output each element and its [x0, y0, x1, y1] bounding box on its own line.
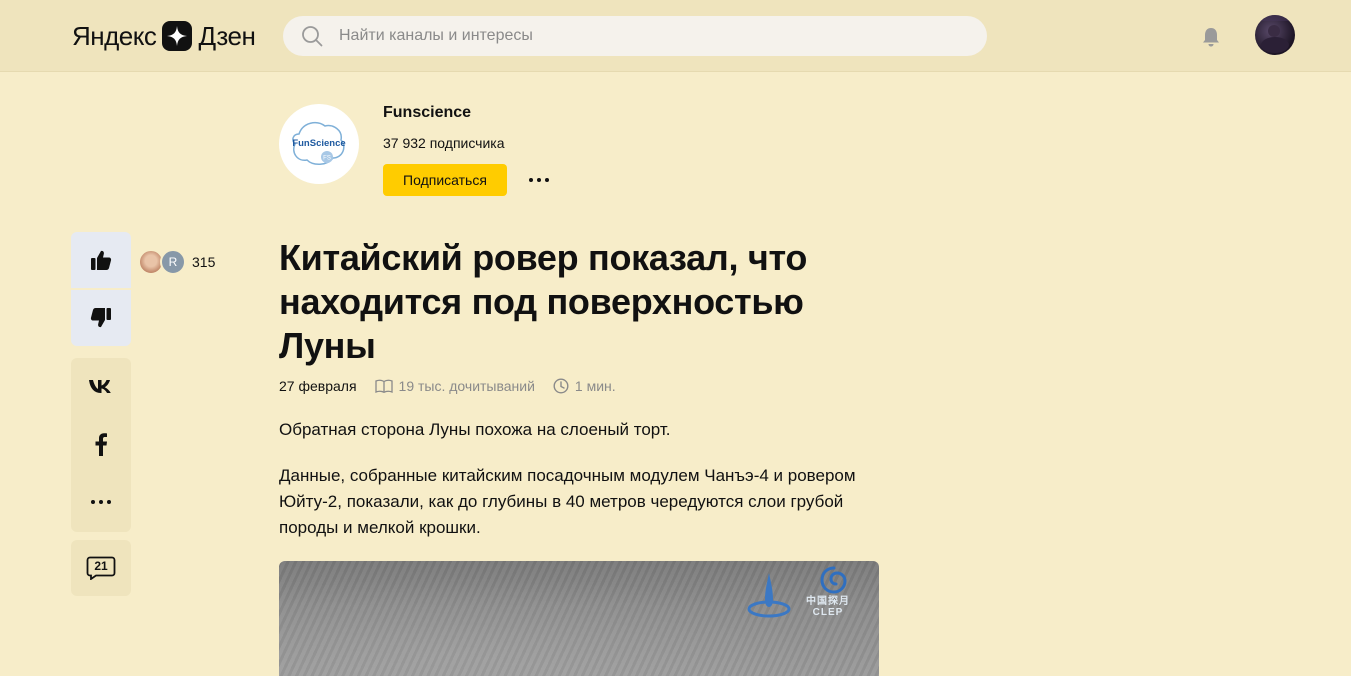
reaction-panel	[71, 232, 131, 346]
search-box[interactable]	[283, 16, 987, 56]
user-avatar[interactable]	[1255, 15, 1295, 55]
article-paragraph: Данные, собранные китайским посадочным м…	[279, 466, 856, 537]
yandex-zen-logo[interactable]: Яндекс Дзен	[72, 19, 256, 53]
likers-row[interactable]: R 315	[138, 249, 215, 275]
share-panel	[71, 358, 131, 532]
book-icon	[374, 379, 393, 393]
share-more-button[interactable]	[71, 474, 131, 530]
logo-zen-text: Дзен	[198, 20, 256, 51]
logo-yandex-text: Яндекс	[72, 20, 157, 51]
article-meta: 27 февраля 19 тыс. дочитываний 1 мин.	[279, 377, 634, 395]
thumbs-up-icon	[91, 250, 112, 270]
reads-count: 19 тыс. дочитываний	[398, 378, 535, 394]
subscriber-count: 37 932 подписчика	[383, 135, 505, 151]
vk-icon	[89, 380, 111, 393]
clep-caption-en: CLEP	[812, 607, 844, 618]
channel-logo[interactable]: FunScience FS	[279, 104, 359, 184]
read-time-stat: 1 мин.	[553, 378, 616, 394]
bell-icon[interactable]	[1200, 26, 1222, 48]
thumbs-down-icon	[90, 308, 111, 328]
top-bar: Яндекс Дзен	[0, 0, 1351, 72]
clep-caption-cn: 中国探月	[806, 596, 850, 607]
liker-avatar: R	[160, 249, 186, 275]
like-count: 315	[192, 254, 216, 270]
channel-name[interactable]: Funscience	[383, 104, 471, 122]
like-button[interactable]	[71, 232, 131, 288]
read-time: 1 мин.	[574, 378, 616, 394]
share-facebook-button[interactable]	[71, 416, 131, 472]
share-vk-button[interactable]	[71, 358, 131, 414]
comment-count: 21	[94, 559, 108, 573]
subscribe-button[interactable]: Подписаться	[383, 164, 507, 196]
search-icon	[302, 26, 323, 47]
channel-logo-text: FunScience	[292, 138, 345, 149]
article-image-lunar-surface[interactable]: 中国探月 CLEP	[279, 561, 879, 676]
search-input[interactable]	[339, 27, 939, 45]
zen-star-icon	[162, 21, 193, 51]
facebook-icon	[95, 433, 107, 456]
clep-logo-icon	[820, 566, 847, 594]
article-title: Китайский ровер показал, что находится п…	[279, 237, 808, 366]
more-dots-icon	[529, 178, 549, 182]
clep-caption: 中国探月 CLEP	[806, 596, 850, 618]
clock-icon	[553, 378, 569, 394]
more-dots-icon	[91, 500, 111, 504]
comments-icon-wrap: 21	[71, 540, 131, 596]
dislike-button[interactable]	[71, 290, 131, 346]
cnsa-emblem-icon	[747, 573, 791, 618]
comments-button[interactable]: 21	[71, 540, 131, 596]
more-options-button[interactable]	[525, 170, 553, 190]
publish-date: 27 февраля	[279, 378, 357, 394]
reads-stat: 19 тыс. дочитываний	[374, 378, 535, 394]
article-paragraph: Обратная сторона Луны похожа на слоеный …	[279, 420, 671, 439]
channel-logo-badge: FS	[323, 156, 331, 162]
